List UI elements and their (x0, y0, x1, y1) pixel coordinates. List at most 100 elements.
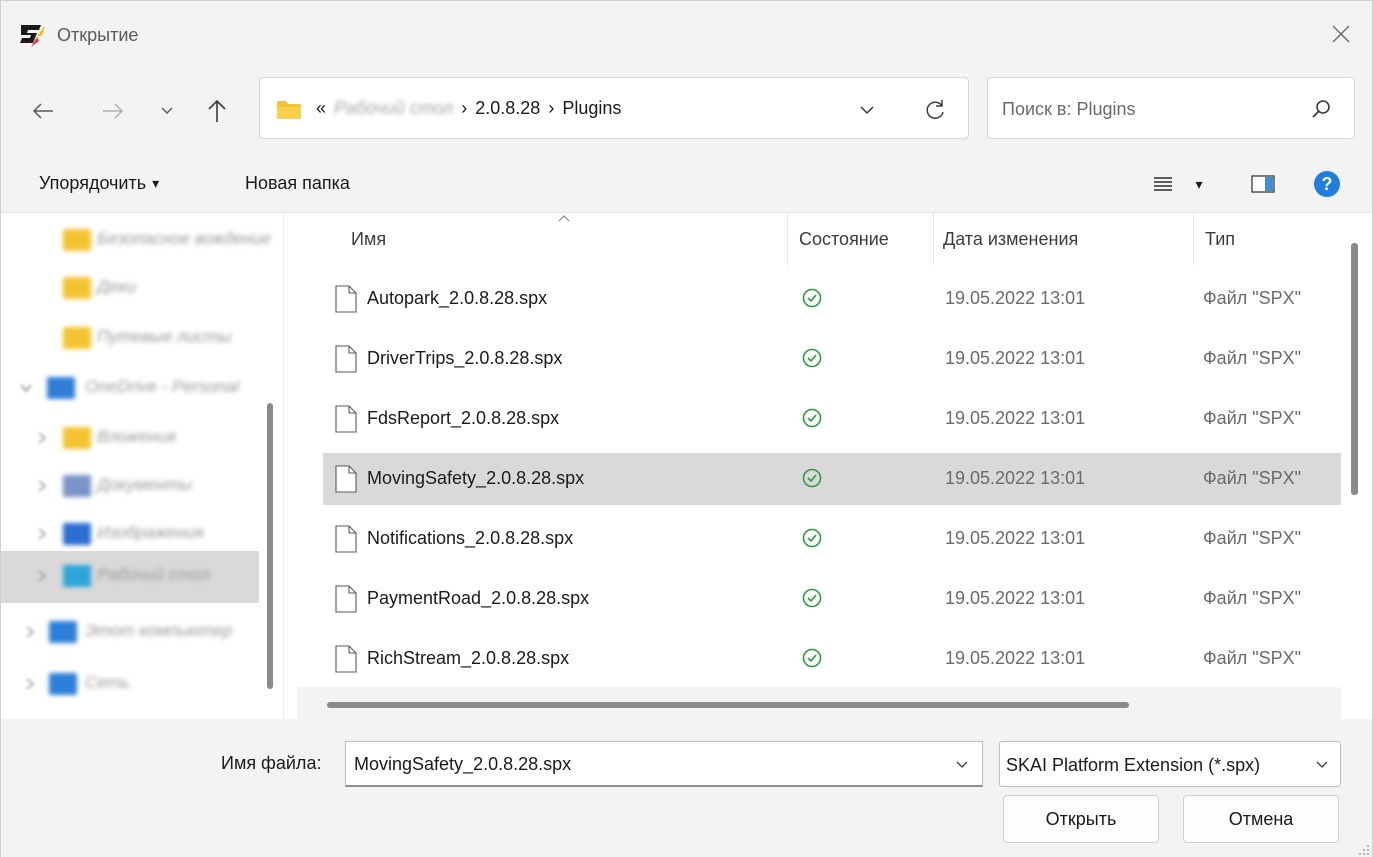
file-row[interactable]: MovingSafety_2.0.8.28.spx 19.05.2022 13:0… (323, 453, 1341, 505)
file-icon (335, 405, 357, 433)
chevron-down-icon (1316, 761, 1328, 768)
chevron-down-icon[interactable] (954, 756, 970, 772)
column-header-name[interactable]: Имя (351, 229, 386, 250)
chevron-down-icon (860, 106, 874, 115)
address-bar[interactable]: « Рабочий стол › 2.0.8.28 › Plugins (259, 77, 969, 139)
file-row[interactable]: PaymentRoad_2.0.8.28.spx 19.05.2022 13:01… (323, 573, 1341, 625)
breadcrumb-item-version[interactable]: 2.0.8.28 (475, 98, 540, 119)
filename-input[interactable] (354, 750, 934, 778)
new-folder-button[interactable]: Новая папка (245, 173, 350, 194)
sidebar-item-label: Документы (97, 475, 193, 494)
back-button[interactable] (23, 89, 63, 133)
dropdown-arrow-icon: ▾ (1195, 175, 1203, 192)
sync-status-ok-icon (802, 348, 822, 368)
chevron-right-icon[interactable] (35, 527, 49, 541)
navigation-pane-scrollbar[interactable] (267, 403, 273, 689)
sidebar-item-label: OneDrive - Personal (85, 377, 240, 396)
sidebar-item-label: Вложения (97, 427, 177, 446)
search-input[interactable] (1002, 92, 1292, 126)
sidebar-item[interactable]: Сеть (1, 659, 259, 711)
chevron-right-icon[interactable] (35, 479, 49, 493)
sidebar-item[interactable]: Рабочий стол (1, 551, 259, 603)
close-button[interactable] (1310, 1, 1372, 67)
chevron-right-icon[interactable] (23, 677, 37, 691)
chevron-right-icon[interactable] (35, 569, 49, 583)
column-header-row: Имя Состояние Дата изменения Тип (297, 213, 1357, 265)
pane-divider[interactable] (283, 213, 284, 719)
file-open-dialog: Открытие « Рабочий стол › 2.0.8.28 › Plu… (0, 0, 1373, 857)
sidebar-item-label: Безопасное вождение (97, 229, 272, 248)
forward-arrow-icon (103, 103, 124, 119)
file-icon (335, 585, 357, 613)
search-box[interactable] (987, 77, 1355, 139)
sidebar-item[interactable]: Этот компьютер (1, 607, 259, 659)
sidebar-item[interactable]: Деки (1, 263, 259, 315)
breadcrumb-separator[interactable]: › (548, 98, 554, 119)
pictures-icon (63, 523, 91, 545)
file-icon (335, 645, 357, 673)
file-row[interactable]: RichStream_2.0.8.28.spx 19.05.2022 13:01 Ф… (323, 633, 1341, 685)
file-type-select[interactable]: SKAI Platform Extension (*.spx) (999, 741, 1341, 787)
filename-combobox[interactable] (345, 741, 983, 787)
organize-menu-button[interactable]: Упорядочить ▾ (39, 173, 159, 194)
app-logo-icon (20, 25, 45, 47)
preview-pane-button[interactable] (1247, 169, 1279, 199)
sync-status-ok-icon (802, 408, 822, 428)
file-row[interactable]: Autopark_2.0.8.28.spx 19.05.2022 13:01 Фай… (323, 273, 1341, 325)
sort-ascending-icon (558, 215, 570, 222)
file-row[interactable]: Notifications_2.0.8.28.spx 19.05.2022 13:… (323, 513, 1341, 565)
navigation-pane[interactable]: Безопасное вождение Деки Путевые листы OneD… (1, 213, 283, 719)
view-dropdown-button[interactable]: ▾ (1189, 169, 1209, 199)
file-icon (335, 465, 357, 493)
close-icon (1332, 25, 1350, 43)
refresh-button[interactable] (920, 96, 950, 124)
file-name: MovingSafety_2.0.8.28.spx (367, 468, 585, 488)
vertical-scrollbar[interactable] (1351, 243, 1358, 495)
column-header-type[interactable]: Тип (1205, 229, 1235, 250)
folder-icon (63, 277, 91, 299)
column-divider[interactable] (933, 213, 934, 265)
file-row[interactable]: DriverTrips_2.0.8.28.spx 19.05.2022 13:01… (323, 333, 1341, 385)
column-header-date[interactable]: Дата изменения (943, 229, 1078, 250)
chevron-right-icon[interactable] (23, 625, 37, 639)
open-button[interactable]: Открыть (1003, 795, 1159, 843)
back-arrow-icon (32, 103, 53, 119)
sidebar-item[interactable]: OneDrive - Personal (1, 363, 259, 415)
organize-label: Упорядочить (39, 173, 147, 193)
sidebar-item[interactable]: Документы (1, 461, 259, 513)
folder-icon (63, 427, 91, 449)
column-divider[interactable] (1193, 213, 1194, 265)
breadcrumb-item-plugins[interactable]: Plugins (562, 98, 621, 119)
file-name: Autopark_2.0.8.28.spx (367, 288, 548, 308)
address-dropdown-button[interactable] (854, 98, 880, 122)
file-type: Файл "SPX" (1203, 648, 1302, 668)
sidebar-item[interactable]: Путевые листы (1, 313, 259, 365)
help-button[interactable]: ? (1311, 169, 1343, 199)
chevron-down-icon (161, 107, 173, 115)
file-type: Файл "SPX" (1203, 468, 1302, 488)
horizontal-scrollbar[interactable] (327, 702, 1129, 708)
view-options-button[interactable] (1147, 169, 1179, 199)
sidebar-item-label: Изображения (97, 523, 204, 542)
sidebar-item[interactable]: Безопасное вождение (1, 215, 271, 267)
cancel-button[interactable]: Отмена (1183, 795, 1339, 843)
breadcrumb-item-desktop[interactable]: Рабочий стол (334, 98, 453, 119)
resize-grip-icon[interactable] (1356, 842, 1370, 856)
file-name: PaymentRoad_2.0.8.28.spx (367, 588, 590, 608)
chevron-down-icon[interactable] (19, 381, 33, 395)
sidebar-item[interactable]: Вложения (1, 413, 259, 465)
file-row[interactable]: FdsReport_2.0.8.28.spx 19.05.2022 13:01 Фа… (323, 393, 1341, 445)
forward-button[interactable] (93, 89, 133, 133)
recent-locations-button[interactable] (147, 89, 187, 133)
computer-icon (49, 621, 77, 643)
preview-pane-icon (1251, 175, 1275, 193)
breadcrumb-separator[interactable]: › (461, 98, 467, 119)
new-folder-label: Новая папка (245, 173, 350, 193)
sync-status-ok-icon (802, 588, 822, 608)
chevron-right-icon[interactable] (35, 431, 49, 445)
column-header-status[interactable]: Состояние (799, 229, 889, 250)
breadcrumb-overflow[interactable]: « (316, 98, 326, 119)
column-divider[interactable] (787, 213, 788, 265)
file-icon (335, 525, 357, 553)
up-button[interactable] (197, 89, 237, 133)
